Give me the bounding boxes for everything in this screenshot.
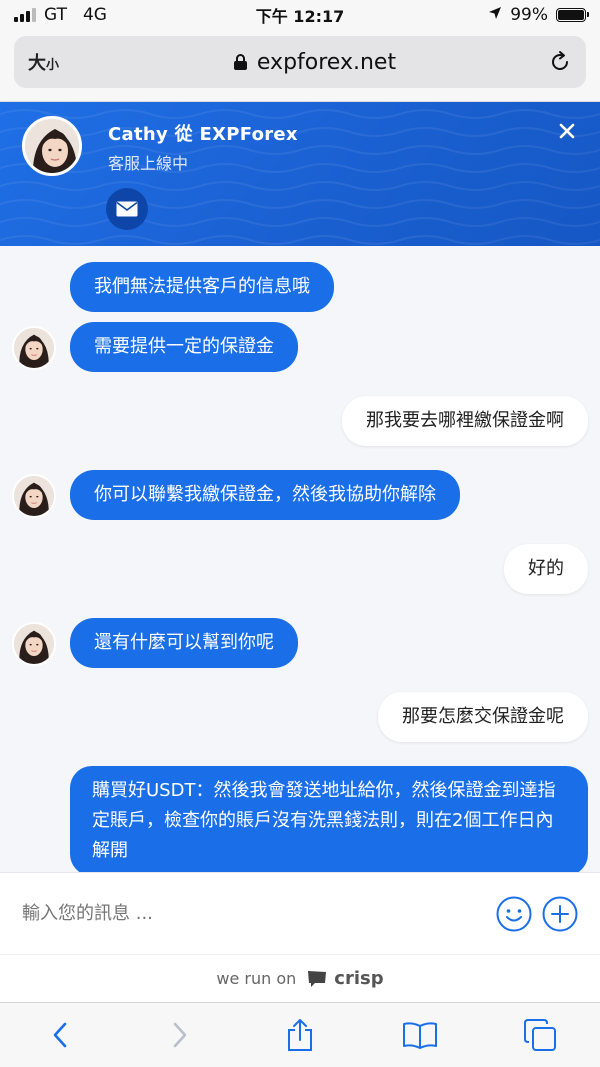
agent-status: 客服上線中 [108,154,189,173]
url-text: expforex.net [256,49,397,75]
attach-button[interactable] [542,896,578,932]
emoji-icon [496,896,532,931]
text-size-large: 大 [28,53,46,74]
lock-icon [233,54,247,70]
message-list[interactable]: 我們無法提供客戶的信息哦 需要提供一定的保證金 那我要去哪裡繳保證金啊 你可以聯… [0,246,600,872]
operator-message: 你可以聯繫我繳保證金，然後我協助你解除 [70,470,460,520]
share-icon [288,1019,312,1051]
back-icon [53,1022,67,1048]
status-right: 99% [488,5,589,25]
tabs-button[interactable] [520,1015,560,1055]
share-button[interactable] [280,1015,320,1055]
location-icon [488,6,502,24]
back-button[interactable] [40,1015,80,1055]
battery-icon [556,8,589,22]
crisp-bubble-icon [308,970,327,987]
browser-address-area: 大小 expforex.net [0,30,600,102]
mail-icon [116,201,138,217]
mail-button[interactable] [106,188,148,230]
carrier-label: GT [44,5,67,25]
reload-icon[interactable] [542,50,572,74]
battery-percent: 99% [510,5,548,25]
browser-toolbar [0,1002,600,1067]
crisp-logo: crisp [306,968,384,989]
operator-avatar [12,326,56,370]
operator-message: 需要提供一定的保證金 [70,322,298,372]
message-composer [0,872,600,954]
powered-by[interactable]: we run on crisp [0,954,600,1002]
operator-avatar [12,622,56,666]
crisp-brand: crisp [334,968,384,989]
bookmarks-icon [403,1022,437,1049]
forward-button[interactable] [160,1015,200,1055]
emoji-button[interactable] [496,896,532,932]
visitor-message: 那我要去哪裡繳保證金啊 [342,396,588,446]
text-size-button[interactable]: 大小 [28,49,88,75]
status-bar: GT 4G 下午 12:17 99% [0,0,600,30]
status-left: GT 4G [14,5,107,25]
operator-message: 還有什麼可以幫到你呢 [70,618,298,668]
powered-prefix: we run on [216,969,297,988]
operator-message: 我們無法提供客戶的信息哦 [70,262,334,312]
signal-icon [14,8,36,22]
visitor-message: 那要怎麼交保證金呢 [378,692,588,742]
tabs-icon [524,1019,556,1051]
address-bar[interactable]: 大小 expforex.net [14,36,586,88]
url-display[interactable]: expforex.net [88,50,542,75]
agent-name: Cathy 從 EXPForex [108,124,298,145]
forward-icon [173,1022,187,1048]
text-size-small: 小 [46,58,60,73]
operator-message: 購買好USDT：然後我會發送地址給你，然後保證金到達指定賬戶，檢查你的賬戶沒有洗… [70,766,588,872]
bookmarks-button[interactable] [400,1015,440,1055]
plus-icon [542,896,578,931]
visitor-message: 好的 [504,544,588,594]
agent-avatar [22,116,82,176]
header-wave-pattern [0,109,600,245]
operator-avatar [12,474,56,518]
chat-header: Cathy 從 EXPForex 客服上線中 [0,102,600,246]
message-input[interactable] [22,903,486,924]
network-label: 4G [82,5,107,25]
close-icon[interactable] [556,120,578,142]
